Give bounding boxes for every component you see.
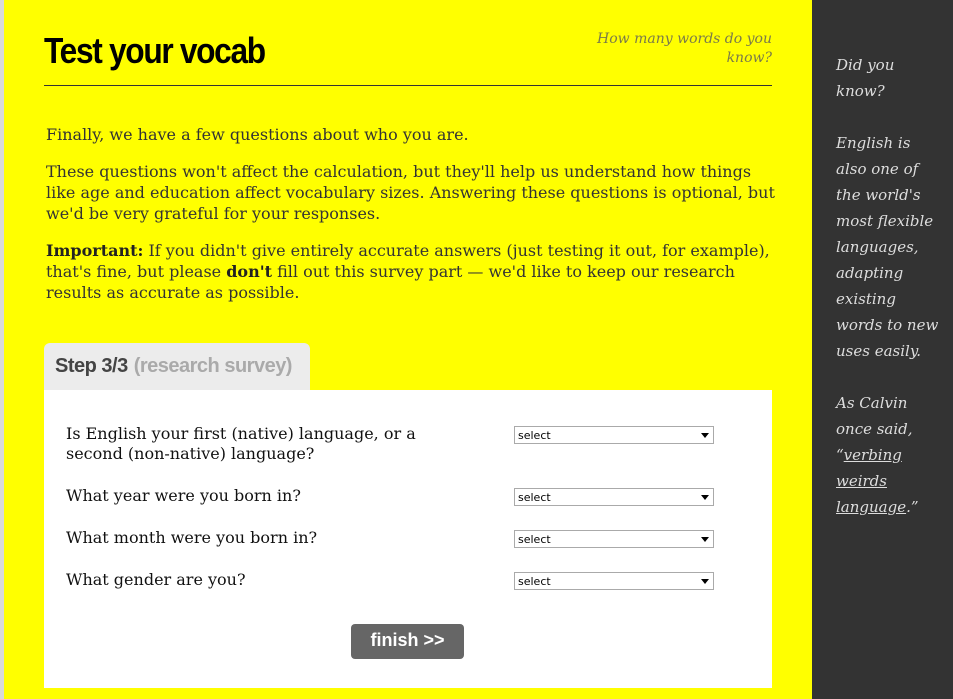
question-label: What gender are you? [66,570,246,589]
question-label: What year were you born in? [66,486,301,505]
important-label: Important: [46,241,144,260]
step-label: Step 3/3 [55,355,128,377]
select-value: select [518,533,551,546]
tagline: How many words do you know? [597,31,772,66]
sidebar-fact: English is also one of the world's most … [836,134,939,360]
sidebar: Did you know? English is also one of the… [812,0,953,699]
chevron-down-icon [701,433,709,438]
question-label: Is English your first (native) language,… [66,424,416,463]
intro-paragraph-1: Finally, we have a few questions about w… [46,125,469,144]
step-tab: Step 3/3 (research survey) [44,343,310,390]
quote-end: .” [906,498,919,516]
header: Test your vocab How many words do you kn… [44,30,772,86]
chevron-down-icon [701,537,709,542]
quote-link[interactable]: verbing weirds language [836,446,906,516]
intro-paragraph-2: These questions won't affect the calcula… [46,162,775,223]
finish-button[interactable]: finish >> [351,624,464,659]
intro-text: Finally, we have a few questions about w… [46,124,776,319]
question-label: What month were you born in? [66,528,318,547]
birth-month-select[interactable]: select [514,530,714,548]
sidebar-quote: As Calvin once said, “verbing weirds lan… [836,390,944,520]
sidebar-text: Did you know? English is also one of the… [836,52,944,546]
select-value: select [518,575,551,588]
select-value: select [518,491,551,504]
site-title: Test your vocab [44,30,266,71]
sidebar-heading: Did you know? [836,56,895,100]
survey-form: Is English your first (native) language,… [44,390,772,688]
native-language-select[interactable]: select [514,426,714,444]
chevron-down-icon [701,495,709,500]
chevron-down-icon [701,579,709,584]
select-value: select [518,429,551,442]
birth-year-select[interactable]: select [514,488,714,506]
step-subtitle: (research survey) [133,355,293,377]
dont-emphasis: don't [226,262,272,281]
gender-select[interactable]: select [514,572,714,590]
main-panel: Test your vocab How many words do you kn… [4,0,812,699]
intro-paragraph-3: Important: If you didn't give entirely a… [46,240,776,303]
